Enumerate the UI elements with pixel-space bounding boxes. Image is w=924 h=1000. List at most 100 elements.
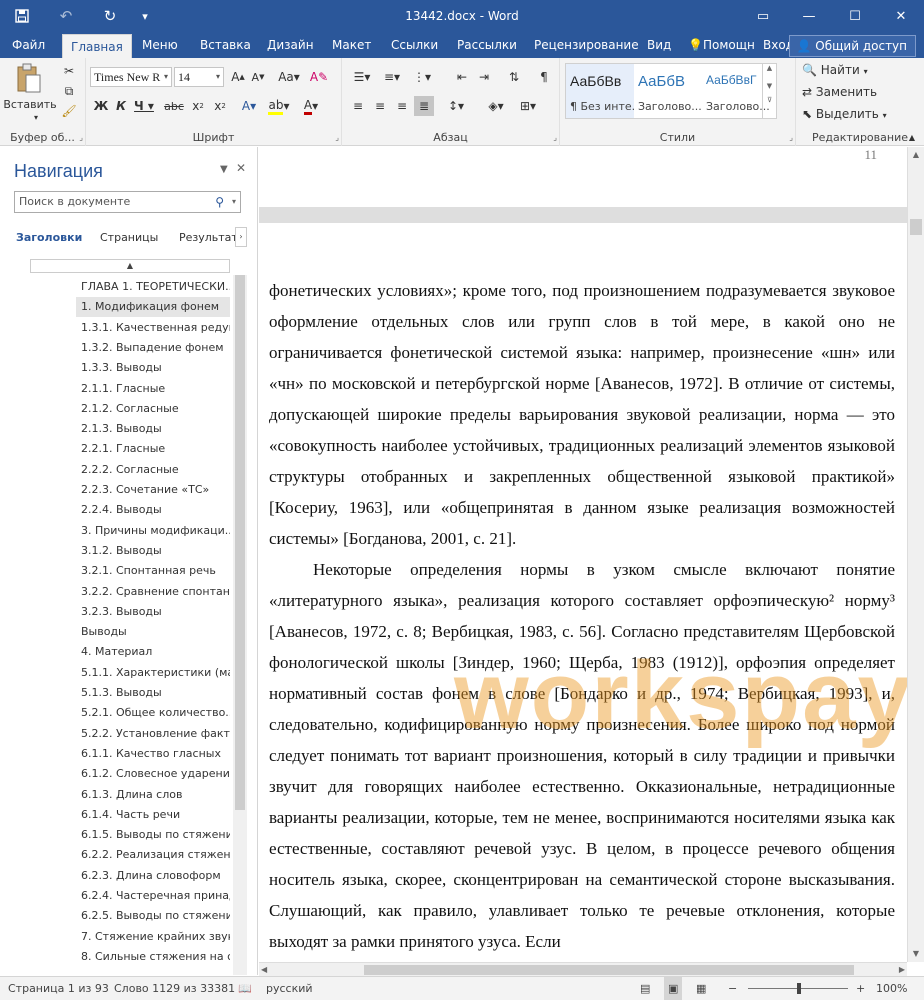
nav-heading-item[interactable]: 2.2.1. Гласные [76,439,230,459]
nav-heading-item[interactable]: 3. Причины модификаци... [76,521,230,541]
nav-heading-item[interactable]: 6.2.2. Реализация стяжения [76,845,230,865]
shading-icon[interactable]: ◈▾ [482,96,510,116]
nav-heading-item[interactable]: 6.1.1. Качество гласных [76,744,230,764]
italic-icon[interactable]: К [112,96,130,116]
format-painter-icon[interactable]: 🖌 [60,102,78,120]
tab-file[interactable]: Файл [12,32,45,58]
zoom-out-icon[interactable]: − [728,977,737,1000]
minimize-button[interactable]: — [786,0,832,32]
font-launcher-icon[interactable]: ⌟ [335,133,339,142]
change-case-icon[interactable]: Aa▾ [276,67,302,87]
nav-heading-item[interactable]: 1. Модификация фонем [76,297,230,318]
chevron-right-icon[interactable]: ▶ [899,963,905,977]
nav-heading-item[interactable]: 6.2.4. Частеречная принад... [76,886,230,906]
document-vertical-scrollbar[interactable]: ▲ ▼ [907,147,924,962]
zoom-slider-thumb[interactable] [797,983,801,994]
style-no-spacing[interactable]: АаБбВв ¶ Без инте... [566,64,634,118]
nav-heading-item[interactable]: 1.3.1. Качественная редук... [76,318,230,338]
nav-heading-item[interactable]: 5.2.1. Общее количество... [76,703,230,723]
superscript-icon[interactable]: x2 [210,96,230,116]
nav-close-icon[interactable]: ✕ [236,161,246,175]
tab-home[interactable]: Главная [62,34,132,58]
numbering-icon[interactable]: ≡▾ [378,67,406,87]
nav-tab-pages[interactable]: Страницы [100,231,158,244]
chevron-down-icon[interactable]: ▼ [763,82,776,90]
maximize-button[interactable]: ☐ [832,0,878,32]
nav-heading-item[interactable]: 6.2.3. Длина словоформ [76,866,230,886]
tab-view[interactable]: Вид [647,32,671,58]
nav-heading-item[interactable]: 8. Сильные стяжения на с... [76,947,230,967]
chevron-down-icon[interactable]: ▼ [908,946,924,962]
show-marks-icon[interactable]: ¶ [534,67,554,87]
nav-heading-item[interactable]: 5.2.2. Установление факта... [76,724,230,744]
print-layout-icon[interactable]: ▣ [664,977,683,1000]
nav-heading-item[interactable]: ГЛАВА 1. ТЕОРЕТИЧЕСКИ... [76,277,230,297]
document-horizontal-scrollbar[interactable]: ◀ ▶ [259,962,907,976]
nav-tab-headings[interactable]: Заголовки [16,231,82,244]
copy-icon[interactable]: ⧉ [60,82,78,100]
word-count[interactable]: Слово 1129 из 33381 [114,977,235,1000]
chevron-up-icon[interactable]: ▲ [908,147,924,163]
grow-font-icon[interactable]: A ▲ [228,67,248,87]
nav-heading-item[interactable]: 6.1.3. Длина слов [76,785,230,805]
nav-search-input[interactable]: Поиск в документе ⚲ ▾ [14,191,241,213]
bullets-icon[interactable]: ☰▾ [348,67,376,87]
paste-dropdown-icon[interactable]: ▾ [30,112,42,122]
sort-icon[interactable]: ⇅ [504,67,524,87]
nav-heading-item[interactable]: 5.1.1. Характеристики (ма... [76,663,230,683]
subscript-icon[interactable]: x2 [188,96,208,116]
nav-heading-item[interactable]: 6.1.4. Часть речи [76,805,230,825]
nav-heading-item[interactable]: 2.1.2. Согласные [76,399,230,419]
align-center-icon[interactable]: ≡ [370,96,390,116]
scroll-thumb[interactable] [364,965,854,975]
read-mode-icon[interactable]: ▤ [640,977,650,1000]
web-layout-icon[interactable]: ▦ [696,977,706,1000]
collapse-all-icon[interactable]: ▲ [30,259,230,273]
collapse-ribbon-icon[interactable]: ▲ [904,130,920,144]
nav-tab-results[interactable]: Результаты [179,231,235,244]
nav-heading-item[interactable]: 3.2.3. Выводы [76,602,230,622]
styles-scroll[interactable]: ▲ ▼ ⊽ [762,64,776,118]
tab-layout[interactable]: Макет [332,32,371,58]
language[interactable]: русский [266,977,313,1000]
tab-mailings[interactable]: Рассылки [457,32,517,58]
close-button[interactable]: ✕ [878,0,924,32]
chevron-left-icon[interactable]: ◀ [261,963,267,977]
nav-scrollbar[interactable] [233,275,247,975]
chevron-down-icon[interactable]: ▾ [232,192,236,212]
share-button[interactable]: 👤 Общий доступ [789,35,916,57]
nav-heading-item[interactable]: 2.1.3. Выводы [76,419,230,439]
styles-launcher-icon[interactable]: ⌟ [789,133,793,142]
replace-button[interactable]: ⇄ Заменить [802,82,877,102]
nav-heading-item[interactable]: 2.2.3. Сочетание «ТС» [76,480,230,500]
strikethrough-icon[interactable]: abc [162,96,186,116]
clear-formatting-icon[interactable]: A✎ [308,67,330,87]
more-styles-icon[interactable]: ⊽ [763,96,776,104]
style-heading-1[interactable]: АаБбВ Заголово... [634,64,702,118]
nav-heading-item[interactable]: 5.1.3. Выводы [76,683,230,703]
nav-heading-item[interactable]: 7. Стяжение крайних звук... [76,927,230,947]
save-icon[interactable] [0,0,44,32]
paste-icon[interactable] [12,62,46,96]
nav-heading-item[interactable]: 3.2.1. Спонтанная речь [76,561,230,581]
tab-review[interactable]: Рецензирование [534,32,639,58]
align-right-icon[interactable]: ≡ [392,96,412,116]
chevron-right-icon[interactable]: › [235,227,247,247]
decrease-indent-icon[interactable]: ⇤ [452,67,472,87]
page-count[interactable]: Страница 1 из 93 [8,977,109,1000]
proofing-icon[interactable]: 📖 [238,977,252,1000]
find-button[interactable]: 🔍 Найти ▾ [802,60,868,80]
increase-indent-icon[interactable]: ⇥ [474,67,494,87]
paragraph-launcher-icon[interactable]: ⌟ [553,133,557,142]
nav-heading-item[interactable]: 1.3.3. Выводы [76,358,230,378]
nav-heading-item[interactable]: 2.2.4. Выводы [76,500,230,520]
shrink-font-icon[interactable]: A ▼ [248,67,268,87]
nav-heading-item[interactable]: 2.1.1. Гласные [76,379,230,399]
font-color-icon[interactable]: A ▾ [298,96,324,116]
style-heading-2[interactable]: АаБбВвГ Заголово... [702,64,770,118]
tab-references[interactable]: Ссылки [391,32,438,58]
paragraph[interactable]: фонетических условиях»; кроме того, под … [269,275,895,554]
nav-heading-item[interactable]: 3.2.2. Сравнение спонтан... [76,582,230,602]
paragraph[interactable]: Некоторые определения нормы в узком смыс… [269,554,895,957]
scroll-thumb[interactable] [910,219,922,235]
